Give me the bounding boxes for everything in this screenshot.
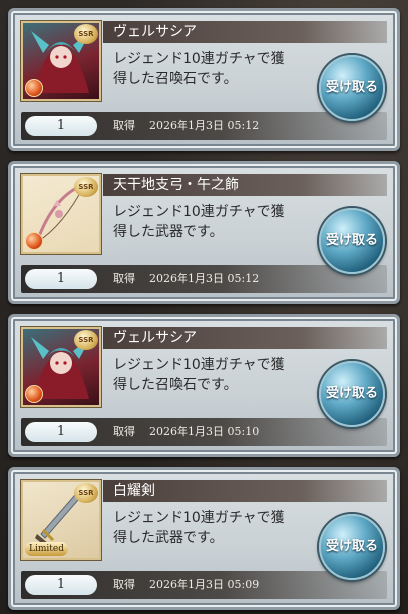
fire-element-icon — [25, 232, 43, 250]
acquired-date: 2026年1月3日 05:12 — [149, 119, 260, 132]
item-name: ヴェルサシア — [103, 327, 387, 349]
item-count: 1 — [25, 116, 97, 136]
receive-button[interactable]: 受け取る — [319, 361, 385, 427]
info-bar: 1 取得 2026年1月3日 05:12 — [21, 265, 387, 293]
description-line: レジェンド10連ガチャで獲 — [113, 510, 285, 526]
reward-card: SSR ヴェルサシア レジェンド10連ガチャで獲 得した召喚石です。 1 取得 … — [8, 314, 400, 457]
acquired-label: 取得 — [113, 272, 135, 285]
item-name: ヴェルサシア — [103, 21, 387, 43]
info-bar: 1 取得 2026年1月3日 05:12 — [21, 112, 387, 140]
weapon-thumbnail: SSR — [21, 174, 101, 254]
acquired-date: 2026年1月3日 05:12 — [149, 272, 260, 285]
item-description: レジェンド10連ガチャで獲 得した召喚石です。 — [113, 49, 313, 89]
item-name: 天干地支弓・午之飾 — [103, 174, 387, 196]
item-description: レジェンド10連ガチャで獲 得した武器です。 — [113, 202, 313, 242]
acquired-label: 取得 — [113, 578, 135, 591]
info-bar: 1 取得 2026年1月3日 05:10 — [21, 418, 387, 446]
item-name: 白耀剣 — [103, 480, 387, 502]
rarity-badge: SSR — [74, 483, 98, 503]
acquired-date: 2026年1月3日 05:10 — [149, 425, 260, 438]
item-description: レジェンド10連ガチャで獲 得した武器です。 — [113, 508, 313, 548]
fire-element-icon — [25, 385, 43, 403]
summon-thumbnail: SSR — [21, 21, 101, 101]
item-description: レジェンド10連ガチャで獲 得した召喚石です。 — [113, 355, 313, 395]
summon-thumbnail: SSR — [21, 327, 101, 407]
acquired-label: 取得 — [113, 425, 135, 438]
description-line: 得した武器です。 — [113, 224, 224, 240]
reward-card: SSR 天干地支弓・午之飾 レジェンド10連ガチャで獲 得した武器です。 1 取… — [8, 161, 400, 304]
item-count: 1 — [25, 422, 97, 442]
receive-button[interactable]: 受け取る — [319, 55, 385, 121]
rarity-badge: SSR — [74, 24, 98, 44]
reward-card: SSR Limited 白耀剣 レジェンド10連ガチャで獲 得した武器です。 1… — [8, 467, 400, 610]
limited-badge: Limited — [25, 542, 68, 556]
fire-element-icon — [25, 79, 43, 97]
acquired-date: 2026年1月3日 05:09 — [149, 578, 260, 591]
rarity-badge: SSR — [74, 177, 98, 197]
weapon-thumbnail: SSR Limited — [21, 480, 101, 560]
item-count: 1 — [25, 269, 97, 289]
description-line: 得した召喚石です。 — [113, 377, 238, 393]
info-bar: 1 取得 2026年1月3日 05:09 — [21, 571, 387, 599]
description-line: レジェンド10連ガチャで獲 — [113, 204, 285, 220]
description-line: レジェンド10連ガチャで獲 — [113, 357, 285, 373]
description-line: レジェンド10連ガチャで獲 — [113, 51, 285, 67]
acquired-label: 取得 — [113, 119, 135, 132]
rarity-badge: SSR — [74, 330, 98, 350]
receive-button[interactable]: 受け取る — [319, 208, 385, 274]
reward-card: SSR ヴェルサシア レジェンド10連ガチャで獲 得した召喚石です。 1 取得 … — [8, 8, 400, 151]
item-count: 1 — [25, 575, 97, 595]
description-line: 得した武器です。 — [113, 530, 224, 546]
description-line: 得した召喚石です。 — [113, 71, 238, 87]
receive-button[interactable]: 受け取る — [319, 514, 385, 580]
